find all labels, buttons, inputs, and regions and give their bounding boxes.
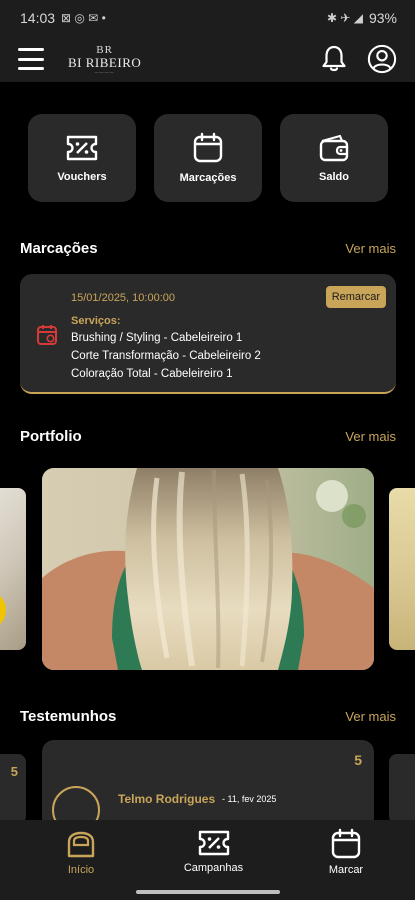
service-item: Brushing / Styling - Cabeleireiro 1: [71, 332, 243, 344]
testimonial-rating: 5: [354, 752, 362, 768]
bookings-see-more-link[interactable]: Ver mais: [345, 241, 396, 256]
testimonial-rating: 5: [10, 764, 18, 779]
portfolio-image-prev[interactable]: [0, 488, 26, 650]
portfolio-see-more-link[interactable]: Ver mais: [345, 429, 396, 444]
status-bar: 14:03 ⊠ ◎ ✉ • ✱ ✈ ◢ 93%: [0, 0, 415, 36]
vouchers-button[interactable]: Vouchers: [28, 114, 136, 202]
vouchers-label: Vouchers: [57, 171, 107, 183]
portfolio-title: Portfolio: [20, 428, 82, 445]
testimonial-date: - 11, fev 2025: [222, 794, 277, 804]
portfolio-image[interactable]: [42, 468, 374, 670]
home-indicator: [136, 890, 280, 894]
portfolio-carousel[interactable]: [0, 468, 415, 670]
portfolio-section-header: Portfolio Ver mais: [20, 428, 396, 445]
account-icon[interactable]: [367, 44, 397, 74]
testimonial-card[interactable]: 5 Telmo Rodrigues - 11, fev 2025: [42, 740, 374, 834]
testimonial-author: Telmo Rodrigues: [118, 792, 216, 806]
voucher-icon: [66, 135, 98, 161]
services-label: Serviços:: [71, 315, 121, 327]
testimonials-carousel[interactable]: 5 5 Telmo Rodrigues - 11, fev 2025: [0, 740, 415, 834]
testimonials-section-header: Testemunhos Ver mais: [20, 708, 396, 725]
bottom-nav: Início Campanhas Marcar: [0, 820, 415, 900]
wallet-icon: [319, 134, 349, 162]
service-item: Coloração Total - Cabeleireiro 1: [71, 368, 233, 380]
menu-icon[interactable]: [18, 48, 44, 70]
balance-label: Saldo: [319, 171, 349, 183]
testimonial-card-next[interactable]: [389, 754, 415, 824]
testimonial-card-prev[interactable]: 5: [0, 754, 26, 824]
battery-level: 93%: [368, 10, 397, 26]
nav-label-book: Marcar: [328, 864, 364, 876]
nav-item-home[interactable]: Início: [46, 828, 116, 900]
nav-label-campaigns: Campanhas: [183, 862, 244, 874]
booking-datetime: 15/01/2025, 10:00:00: [71, 292, 175, 304]
testimonials-title: Testemunhos: [20, 708, 117, 725]
status-time: 14:03: [20, 10, 56, 26]
nav-item-book[interactable]: Marcar: [311, 828, 381, 900]
bookings-section-header: Marcações Ver mais: [20, 240, 396, 257]
quick-actions: Vouchers Marcações Saldo: [28, 114, 388, 202]
booking-card[interactable]: 15/01/2025, 10:00:00 Remarcar Serviços: …: [20, 274, 396, 394]
bookings-title: Marcações: [20, 240, 98, 257]
nav-label-home: Início: [67, 864, 95, 876]
calendar-icon: [331, 828, 361, 859]
bookings-label: Marcações: [179, 172, 237, 184]
bell-icon[interactable]: [319, 44, 349, 74]
service-item: Corte Transformação - Cabeleireiro 2: [71, 350, 261, 362]
app-header: BR BI RIBEIRO ————: [0, 36, 415, 82]
brand-logo: BR BI RIBEIRO ————: [68, 43, 142, 74]
balance-button[interactable]: Saldo: [280, 114, 388, 202]
calendar-icon: [193, 132, 223, 163]
reschedule-button[interactable]: Remarcar: [325, 286, 386, 308]
bookings-button[interactable]: Marcações: [154, 114, 262, 202]
notification-icons: ⊠ ◎ ✉ •: [61, 11, 106, 25]
home-icon: [67, 831, 95, 858]
system-icons: ✱ ✈ ◢: [326, 11, 363, 25]
testimonials-see-more-link[interactable]: Ver mais: [345, 709, 396, 724]
portfolio-image-next[interactable]: [389, 488, 415, 650]
calendar-alert-icon: [37, 325, 57, 345]
campaign-icon: [198, 830, 229, 856]
